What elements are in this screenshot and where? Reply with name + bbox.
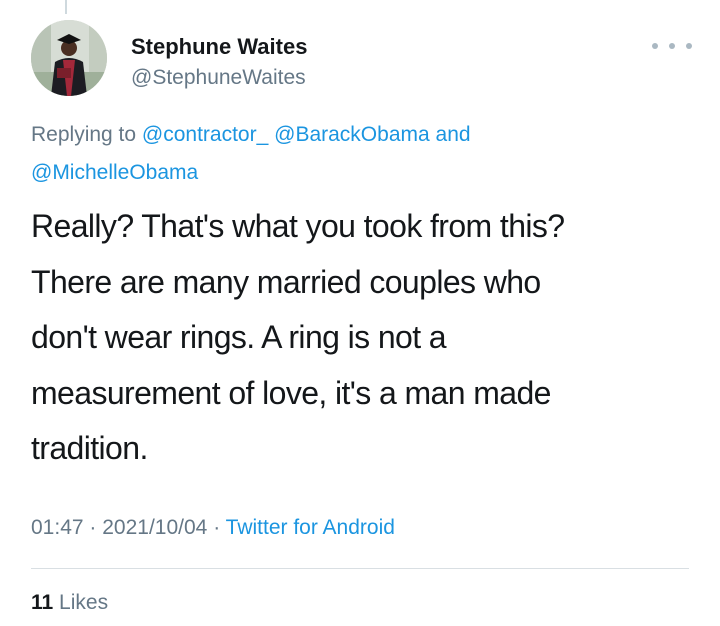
replying-to-label: Replying to	[31, 123, 137, 146]
tweet-detail: Stephune Waites @StephuneWaites Replying…	[0, 0, 720, 626]
tweet-text-line: There are many married couples who	[31, 263, 541, 300]
meta-separator: ·	[213, 516, 221, 539]
more-dot	[652, 43, 658, 49]
mention-link[interactable]: @BarackObama	[274, 123, 430, 146]
tweet-date: 2021/10/04	[102, 516, 208, 539]
mention-link[interactable]: @contractor_	[142, 123, 268, 146]
likes-stat[interactable]: 11 Likes	[31, 591, 108, 615]
thread-connector-line	[65, 0, 67, 14]
more-dot	[686, 43, 692, 49]
more-options-icon[interactable]	[652, 36, 692, 56]
tweet-text-line: measurement of love, it's a man made	[31, 374, 551, 411]
tweet-text-line: tradition.	[31, 430, 148, 466]
graduate-photo-image	[31, 20, 107, 96]
tweet-text: Really? That's what you took from this? …	[31, 199, 671, 477]
tweet-source-link[interactable]: Twitter for Android	[226, 516, 395, 539]
tweet-text-line: Really? That's what you took from this?	[31, 208, 565, 244]
divider	[31, 568, 689, 569]
tweet-text-line: don't wear rings. A ring is not a	[31, 319, 447, 355]
meta-separator: ·	[89, 516, 97, 539]
user-handle[interactable]: @StephuneWaites	[131, 66, 306, 90]
reply-context: Replying to @contractor_ @BarackObama an…	[31, 116, 671, 192]
display-name[interactable]: Stephune Waites	[131, 34, 307, 60]
avatar[interactable]	[31, 20, 107, 96]
more-dot	[669, 43, 675, 49]
mention-link[interactable]: @MichelleObama	[31, 161, 198, 184]
mention-connector[interactable]: and	[436, 123, 471, 146]
likes-count: 11	[31, 591, 54, 614]
likes-label: Likes	[59, 591, 109, 614]
tweet-metadata: 01:47 · 2021/10/04 · Twitter for Android	[31, 516, 395, 540]
tweet-time: 01:47	[31, 516, 84, 539]
